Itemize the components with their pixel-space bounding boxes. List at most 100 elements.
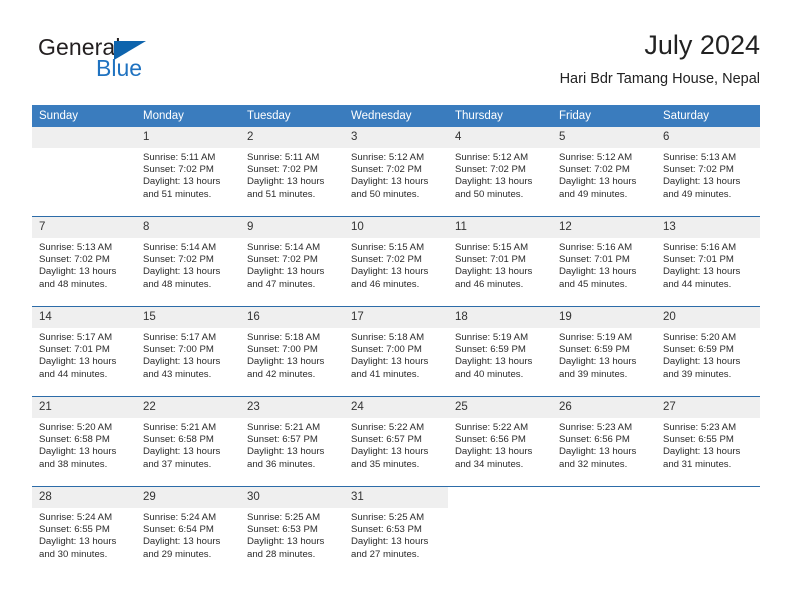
day-detail-line: and 50 minutes. [351, 188, 420, 200]
day-detail-line: Sunrise: 5:17 AM [143, 332, 217, 343]
day-details: Sunrise: 5:11 AM Sunset: 7:02 PM Daylight:… [136, 148, 240, 201]
calendar-day-cell[interactable]: 25 Sunrise: 5:22 AM Sunset: 6:56 PM Dayligh… [448, 396, 552, 487]
brand-logo[interactable]: General Blue [38, 34, 238, 90]
calendar-day-cell[interactable] [552, 486, 656, 576]
calendar-day-cell[interactable]: 9 Sunrise: 5:14 AM Sunset: 7:02 PM Daylight… [240, 216, 344, 307]
day-detail-line: Daylight: 13 hours [455, 266, 533, 278]
calendar-day-cell[interactable]: 5 Sunrise: 5:12 AM Sunset: 7:02 PM Daylight… [552, 127, 656, 217]
calendar-day-cell[interactable]: 27 Sunrise: 5:23 AM Sunset: 6:55 PM Dayligh… [656, 396, 760, 487]
calendar-day-cell[interactable]: 18 Sunrise: 5:19 AM Sunset: 6:59 PM Dayligh… [448, 306, 552, 397]
day-detail-line: Sunrise: 5:25 AM [351, 512, 425, 523]
calendar-day-cell[interactable]: 16 Sunrise: 5:18 AM Sunset: 7:00 PM Dayligh… [240, 306, 344, 397]
day-number: 3 [344, 127, 448, 148]
calendar-week-row: 7 Sunrise: 5:13 AM Sunset: 7:02 PM Daylight… [32, 216, 760, 307]
day-detail-line: and 36 minutes. [247, 458, 316, 470]
day-details: Sunrise: 5:24 AM Sunset: 6:55 PM Daylight:… [32, 508, 136, 561]
calendar-day-cell[interactable]: 1 Sunrise: 5:11 AM Sunset: 7:02 PM Daylight… [136, 127, 240, 217]
day-detail-line: Sunset: 7:02 PM [351, 254, 422, 266]
day-detail-line: Sunrise: 5:22 AM [351, 422, 425, 433]
calendar-day-cell[interactable]: 15 Sunrise: 5:17 AM Sunset: 7:00 PM Dayligh… [136, 306, 240, 397]
calendar-day-cell[interactable]: 31 Sunrise: 5:25 AM Sunset: 6:53 PM Dayligh… [344, 486, 448, 576]
day-details: Sunrise: 5:12 AM Sunset: 7:02 PM Daylight:… [552, 148, 656, 201]
calendar-day-cell[interactable]: 21 Sunrise: 5:20 AM Sunset: 6:58 PM Dayligh… [32, 396, 136, 487]
day-detail-line: and 43 minutes. [143, 368, 212, 380]
calendar-day-cell[interactable] [448, 486, 552, 576]
calendar-day-cell[interactable]: 4 Sunrise: 5:12 AM Sunset: 7:02 PM Daylight… [448, 127, 552, 217]
calendar-day-cell[interactable]: 11 Sunrise: 5:15 AM Sunset: 7:01 PM Dayligh… [448, 216, 552, 307]
day-detail-line: and 35 minutes. [351, 458, 420, 470]
calendar-day-cell[interactable]: 8 Sunrise: 5:14 AM Sunset: 7:02 PM Daylight… [136, 216, 240, 307]
day-detail-line: Sunset: 6:53 PM [351, 524, 422, 536]
calendar-body: 1 Sunrise: 5:11 AM Sunset: 7:02 PM Daylight… [32, 127, 760, 576]
calendar-day-cell[interactable]: 10 Sunrise: 5:15 AM Sunset: 7:02 PM Dayligh… [344, 216, 448, 307]
calendar-day-cell[interactable]: 19 Sunrise: 5:19 AM Sunset: 6:59 PM Dayligh… [552, 306, 656, 397]
day-details: Sunrise: 5:19 AM Sunset: 6:59 PM Daylight:… [552, 328, 656, 381]
calendar-day-cell[interactable]: 22 Sunrise: 5:21 AM Sunset: 6:58 PM Dayligh… [136, 396, 240, 487]
day-detail-line: Daylight: 13 hours [247, 356, 325, 368]
day-details: Sunrise: 5:19 AM Sunset: 6:59 PM Daylight:… [448, 328, 552, 381]
day-detail-line: Sunset: 6:59 PM [455, 344, 526, 356]
day-number: 22 [136, 397, 240, 418]
day-number: 10 [344, 217, 448, 238]
calendar-day-cell[interactable]: 3 Sunrise: 5:12 AM Sunset: 7:02 PM Daylight… [344, 127, 448, 217]
day-detail-line: Daylight: 13 hours [39, 266, 117, 278]
calendar-day-cell[interactable] [656, 486, 760, 576]
calendar-day-cell[interactable]: 29 Sunrise: 5:24 AM Sunset: 6:54 PM Dayligh… [136, 486, 240, 576]
day-detail-line: Sunset: 7:02 PM [143, 164, 214, 176]
day-detail-line: Sunrise: 5:15 AM [455, 242, 529, 253]
day-detail-line: Sunset: 6:59 PM [663, 344, 734, 356]
weekday-header-tuesday: Tuesday [240, 105, 344, 127]
day-detail-line: and 41 minutes. [351, 368, 420, 380]
calendar-day-cell[interactable]: 2 Sunrise: 5:11 AM Sunset: 7:02 PM Daylight… [240, 127, 344, 217]
day-detail-line: Daylight: 13 hours [455, 176, 533, 188]
day-detail-line: Sunrise: 5:16 AM [663, 242, 737, 253]
day-detail-line: Sunrise: 5:13 AM [39, 242, 113, 253]
day-detail-line: and 30 minutes. [39, 548, 108, 560]
calendar-day-cell[interactable]: 6 Sunrise: 5:13 AM Sunset: 7:02 PM Daylight… [656, 127, 760, 217]
day-detail-line: Sunrise: 5:20 AM [663, 332, 737, 343]
calendar-day-cell[interactable]: 30 Sunrise: 5:25 AM Sunset: 6:53 PM Dayligh… [240, 486, 344, 576]
calendar-day-cell[interactable]: 26 Sunrise: 5:23 AM Sunset: 6:56 PM Dayligh… [552, 396, 656, 487]
calendar-day-cell[interactable]: 23 Sunrise: 5:21 AM Sunset: 6:57 PM Dayligh… [240, 396, 344, 487]
day-detail-line: and 51 minutes. [247, 188, 316, 200]
day-detail-line: and 47 minutes. [247, 278, 316, 290]
day-detail-line: Sunset: 7:00 PM [351, 344, 422, 356]
day-detail-line: Sunset: 7:01 PM [663, 254, 734, 266]
day-detail-line: and 40 minutes. [455, 368, 524, 380]
day-detail-line: Daylight: 13 hours [455, 446, 533, 458]
logo-text-blue: Blue [96, 55, 143, 81]
day-detail-line: Sunrise: 5:17 AM [39, 332, 113, 343]
calendar-day-cell[interactable]: 24 Sunrise: 5:22 AM Sunset: 6:57 PM Dayligh… [344, 396, 448, 487]
day-number [32, 127, 136, 148]
calendar-day-cell[interactable] [32, 127, 136, 217]
day-detail-line: and 34 minutes. [455, 458, 524, 470]
day-detail-line: Daylight: 13 hours [143, 356, 221, 368]
day-detail-line: Sunset: 7:02 PM [39, 254, 110, 266]
day-detail-line: Sunset: 7:02 PM [247, 164, 318, 176]
day-detail-line: and 39 minutes. [559, 368, 628, 380]
day-detail-line: and 37 minutes. [143, 458, 212, 470]
calendar-day-cell[interactable]: 28 Sunrise: 5:24 AM Sunset: 6:55 PM Dayligh… [32, 486, 136, 576]
day-detail-line: and 46 minutes. [455, 278, 524, 290]
day-detail-line: Daylight: 13 hours [351, 356, 429, 368]
day-number: 24 [344, 397, 448, 418]
weekday-header-friday: Friday [552, 105, 656, 127]
day-details: Sunrise: 5:14 AM Sunset: 7:02 PM Daylight:… [136, 238, 240, 291]
day-number: 15 [136, 307, 240, 328]
day-detail-line: Daylight: 13 hours [663, 266, 741, 278]
calendar-day-cell[interactable]: 20 Sunrise: 5:20 AM Sunset: 6:59 PM Dayligh… [656, 306, 760, 397]
calendar-day-cell[interactable]: 7 Sunrise: 5:13 AM Sunset: 7:02 PM Daylight… [32, 216, 136, 307]
calendar-day-cell[interactable]: 14 Sunrise: 5:17 AM Sunset: 7:01 PM Dayligh… [32, 306, 136, 397]
day-detail-line: Sunrise: 5:16 AM [559, 242, 633, 253]
day-detail-line: Daylight: 13 hours [663, 356, 741, 368]
day-number: 29 [136, 487, 240, 508]
day-detail-line: Sunset: 6:57 PM [351, 434, 422, 446]
day-details: Sunrise: 5:15 AM Sunset: 7:01 PM Daylight:… [448, 238, 552, 291]
calendar-day-cell[interactable]: 13 Sunrise: 5:16 AM Sunset: 7:01 PM Dayligh… [656, 216, 760, 307]
day-details: Sunrise: 5:18 AM Sunset: 7:00 PM Daylight:… [344, 328, 448, 381]
day-detail-line: Daylight: 13 hours [247, 176, 325, 188]
weekday-header-sunday: Sunday [32, 105, 136, 127]
calendar-day-cell[interactable]: 12 Sunrise: 5:16 AM Sunset: 7:01 PM Dayligh… [552, 216, 656, 307]
day-detail-line: and 31 minutes. [663, 458, 732, 470]
calendar-day-cell[interactable]: 17 Sunrise: 5:18 AM Sunset: 7:00 PM Dayligh… [344, 306, 448, 397]
